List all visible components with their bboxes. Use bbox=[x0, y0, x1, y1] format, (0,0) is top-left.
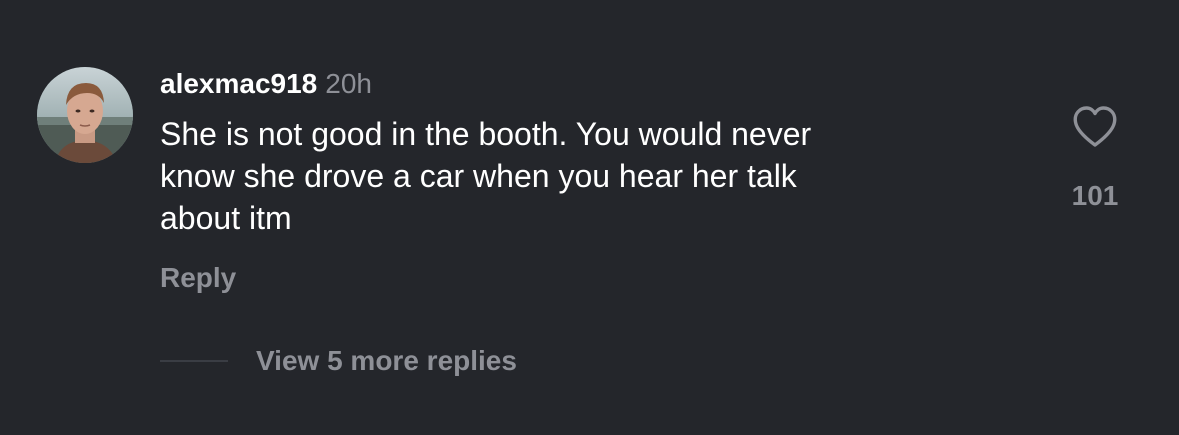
comment-text: She is not good in the booth. You would … bbox=[160, 116, 812, 236]
comment-item: alexmac918 20h She is not good in the boo… bbox=[0, 0, 1179, 435]
like-button[interactable]: 101 bbox=[1060, 105, 1130, 213]
user-avatar-photo bbox=[37, 67, 133, 163]
avatar[interactable] bbox=[37, 67, 133, 163]
heart-outline-icon[interactable] bbox=[1071, 105, 1119, 149]
timestamp: 20h bbox=[325, 68, 372, 99]
view-more-replies-button[interactable]: View 5 more replies bbox=[160, 343, 517, 379]
username[interactable]: alexmac918 bbox=[160, 68, 317, 99]
like-count: 101 bbox=[1071, 180, 1119, 211]
reply-button[interactable]: Reply bbox=[160, 260, 236, 296]
view-more-replies-label[interactable]: View 5 more replies bbox=[256, 345, 517, 377]
replies-divider bbox=[160, 360, 228, 362]
comment-header: alexmac918 20h bbox=[160, 67, 372, 101]
